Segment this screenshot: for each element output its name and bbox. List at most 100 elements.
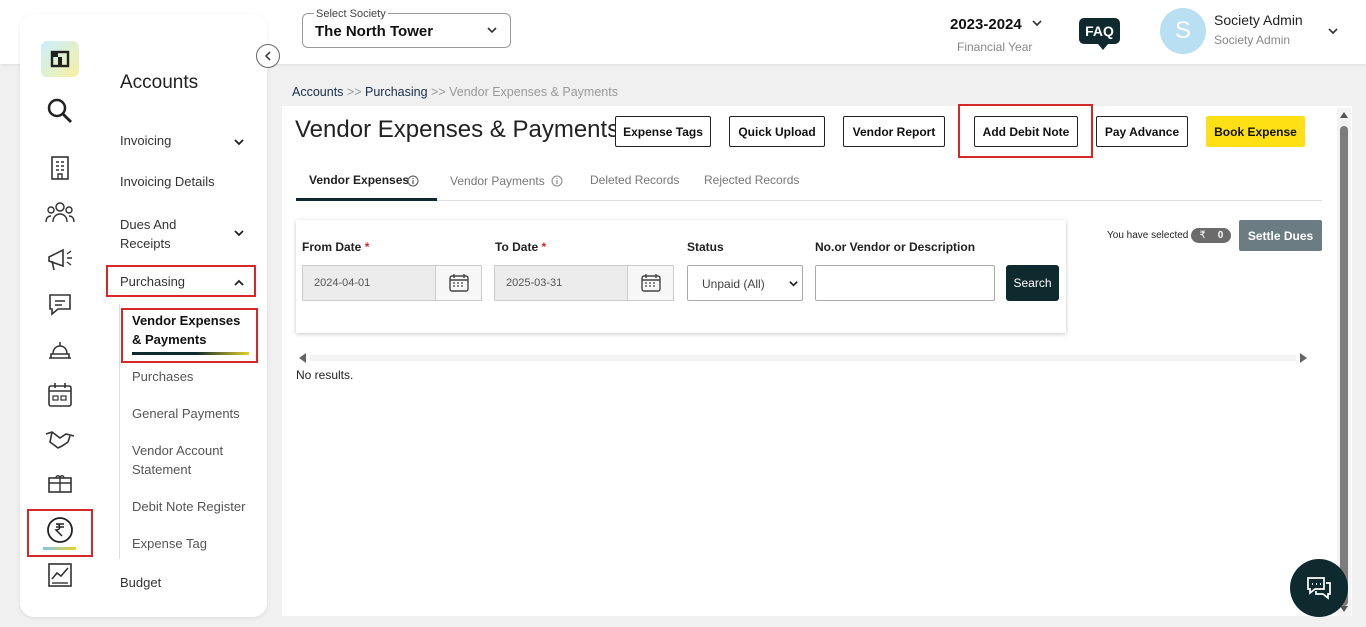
sidebar-item-label: Invoicing — [120, 133, 172, 148]
chevron-down-icon — [234, 139, 244, 146]
calendar-icon[interactable] — [42, 377, 78, 413]
tab-vendor-payments[interactable]: Vendor Payments — [450, 173, 563, 188]
expense-tags-button[interactable]: Expense Tags — [615, 116, 711, 147]
search-icon[interactable] — [42, 93, 78, 129]
faq-label: FAQ — [1085, 23, 1114, 39]
highlight-rupee-icon — [27, 509, 93, 557]
from-date-input[interactable]: 2024-04-01 — [302, 265, 482, 301]
app-logo[interactable] — [41, 41, 79, 77]
scroll-right-arrow[interactable] — [1300, 353, 1307, 363]
sidebar-subitem-general-payments[interactable]: General Payments — [132, 404, 240, 423]
tab-rejected-records[interactable]: Rejected Records — [704, 173, 799, 187]
selection-text: You have selected — [1107, 230, 1189, 241]
tab-label: Vendor Expenses — [309, 173, 410, 187]
horizontal-scroll-track[interactable] — [310, 355, 1296, 361]
rupee-symbol: ₹ — [1199, 230, 1206, 241]
search-button-label: Search — [1013, 276, 1052, 290]
handshake-icon[interactable] — [42, 421, 78, 457]
user-role: Society Admin — [1214, 33, 1291, 47]
submenu-guide-line — [119, 304, 120, 559]
chevron-down-icon — [1031, 16, 1043, 34]
chevron-down-icon — [789, 281, 798, 287]
calendar-icon[interactable] — [627, 266, 673, 300]
sidebar-subitem-vendor-account-statement[interactable]: Vendor Account Statement — [132, 441, 237, 479]
breadcrumb-accounts[interactable]: Accounts — [292, 85, 343, 99]
user-name: Society Admin — [1214, 12, 1303, 28]
sidebar-item-invoicing[interactable]: Invoicing — [120, 133, 245, 148]
scrollbar-thumb[interactable] — [1340, 126, 1348, 606]
society-select[interactable]: Select Society The North Tower — [302, 8, 511, 48]
tab-label: Vendor Payments — [450, 174, 545, 188]
book-expense-button[interactable]: Book Expense — [1206, 116, 1305, 147]
chevron-left-icon — [264, 51, 271, 61]
amenities-icon[interactable] — [42, 466, 78, 502]
financial-year-select[interactable]: 2023-2024 Financial Year — [950, 14, 1045, 54]
status-select[interactable]: Unpaid (All) — [687, 265, 803, 301]
sidebar-item-invoicing-details[interactable]: Invoicing Details — [120, 174, 215, 189]
sidebar-subitem-expense-tag[interactable]: Expense Tag — [132, 534, 207, 553]
faq-bubble-tail — [1098, 44, 1108, 50]
from-date-label: From Date * — [302, 240, 370, 254]
breadcrumb-separator: >> — [346, 85, 362, 99]
breadcrumb-purchasing[interactable]: Purchasing — [365, 85, 428, 99]
vendor-report-button[interactable]: Vendor Report — [843, 116, 945, 147]
breadcrumb-current: Vendor Expenses & Payments — [449, 85, 618, 99]
members-icon[interactable] — [42, 195, 78, 231]
to-date-label: To Date * — [495, 240, 547, 254]
society-select-label: Select Society — [314, 8, 388, 20]
active-tab-indicator — [296, 198, 437, 201]
highlight-vendor-expenses — [121, 308, 258, 363]
search-button[interactable]: Search — [1006, 265, 1059, 301]
megaphone-icon[interactable] — [42, 241, 78, 277]
chevron-down-icon — [1327, 24, 1339, 42]
collapse-sidebar-button[interactable] — [256, 44, 280, 68]
search-field-label: No.or Vendor or Description — [815, 240, 976, 254]
sidebar-item-budget[interactable]: Budget — [120, 575, 161, 590]
avatar-initial: S — [1174, 17, 1191, 44]
financial-year-label: Financial Year — [957, 40, 1033, 54]
no-results-text: No results. — [296, 368, 354, 382]
info-icon — [407, 175, 419, 187]
logo-icon — [50, 50, 70, 68]
calendar-icon[interactable] — [435, 266, 481, 300]
selection-count-badge: ₹ 0 — [1191, 228, 1232, 243]
vertical-scrollbar[interactable] — [1337, 108, 1351, 616]
service-icon[interactable] — [42, 332, 78, 368]
pay-advance-button[interactable]: Pay Advance — [1096, 116, 1188, 147]
quick-upload-button[interactable]: Quick Upload — [729, 116, 825, 147]
page-title: Vendor Expenses & Payments — [295, 116, 620, 143]
avatar: S — [1160, 8, 1206, 54]
tab-vendor-expenses[interactable]: Vendor Expenses — [296, 173, 437, 201]
breadcrumb: Accounts >> Purchasing >> Vendor Expense… — [292, 85, 618, 99]
scroll-up-arrow[interactable] — [1340, 112, 1348, 118]
society-select-value: The North Tower — [315, 23, 434, 40]
to-date-input[interactable]: 2025-03-31 — [494, 265, 674, 301]
sidebar-subitem-purchases[interactable]: Purchases — [132, 367, 193, 386]
user-menu[interactable]: S Society Admin Society Admin — [1160, 8, 1345, 56]
to-date-value: 2025-03-31 — [506, 277, 563, 289]
breadcrumb-separator: >> — [431, 85, 446, 99]
financial-year-value: 2023-2024 — [950, 16, 1022, 33]
highlight-purchasing — [106, 265, 256, 297]
settle-dues-label: Settle Dues — [1247, 228, 1314, 243]
selection-count: 0 — [1217, 230, 1224, 241]
faq-button[interactable]: FAQ — [1079, 18, 1120, 44]
settle-dues-button[interactable]: Settle Dues — [1239, 220, 1322, 251]
sidebar: Accounts Invoicing Invoicing Details Due… — [20, 14, 280, 617]
info-icon — [551, 175, 563, 187]
main-panel — [282, 106, 1352, 616]
sidebar-subitem-debit-note-register[interactable]: Debit Note Register — [132, 497, 245, 516]
status-label: Status — [687, 240, 724, 254]
scroll-down-arrow[interactable] — [1340, 606, 1348, 612]
tab-deleted-records[interactable]: Deleted Records — [590, 173, 679, 187]
reports-chart-icon[interactable] — [42, 557, 78, 593]
chat-icon[interactable] — [42, 286, 78, 322]
chat-support-button[interactable] — [1290, 559, 1348, 617]
status-select-value: Unpaid (All) — [702, 277, 765, 291]
scroll-left-arrow[interactable] — [299, 353, 306, 363]
chevron-down-icon — [234, 230, 244, 237]
sidebar-item-dues-receipts[interactable]: Dues And Receipts — [120, 215, 245, 253]
sidebar-section-title: Accounts — [120, 72, 199, 93]
building-icon[interactable] — [42, 149, 78, 185]
search-input[interactable] — [815, 265, 995, 301]
